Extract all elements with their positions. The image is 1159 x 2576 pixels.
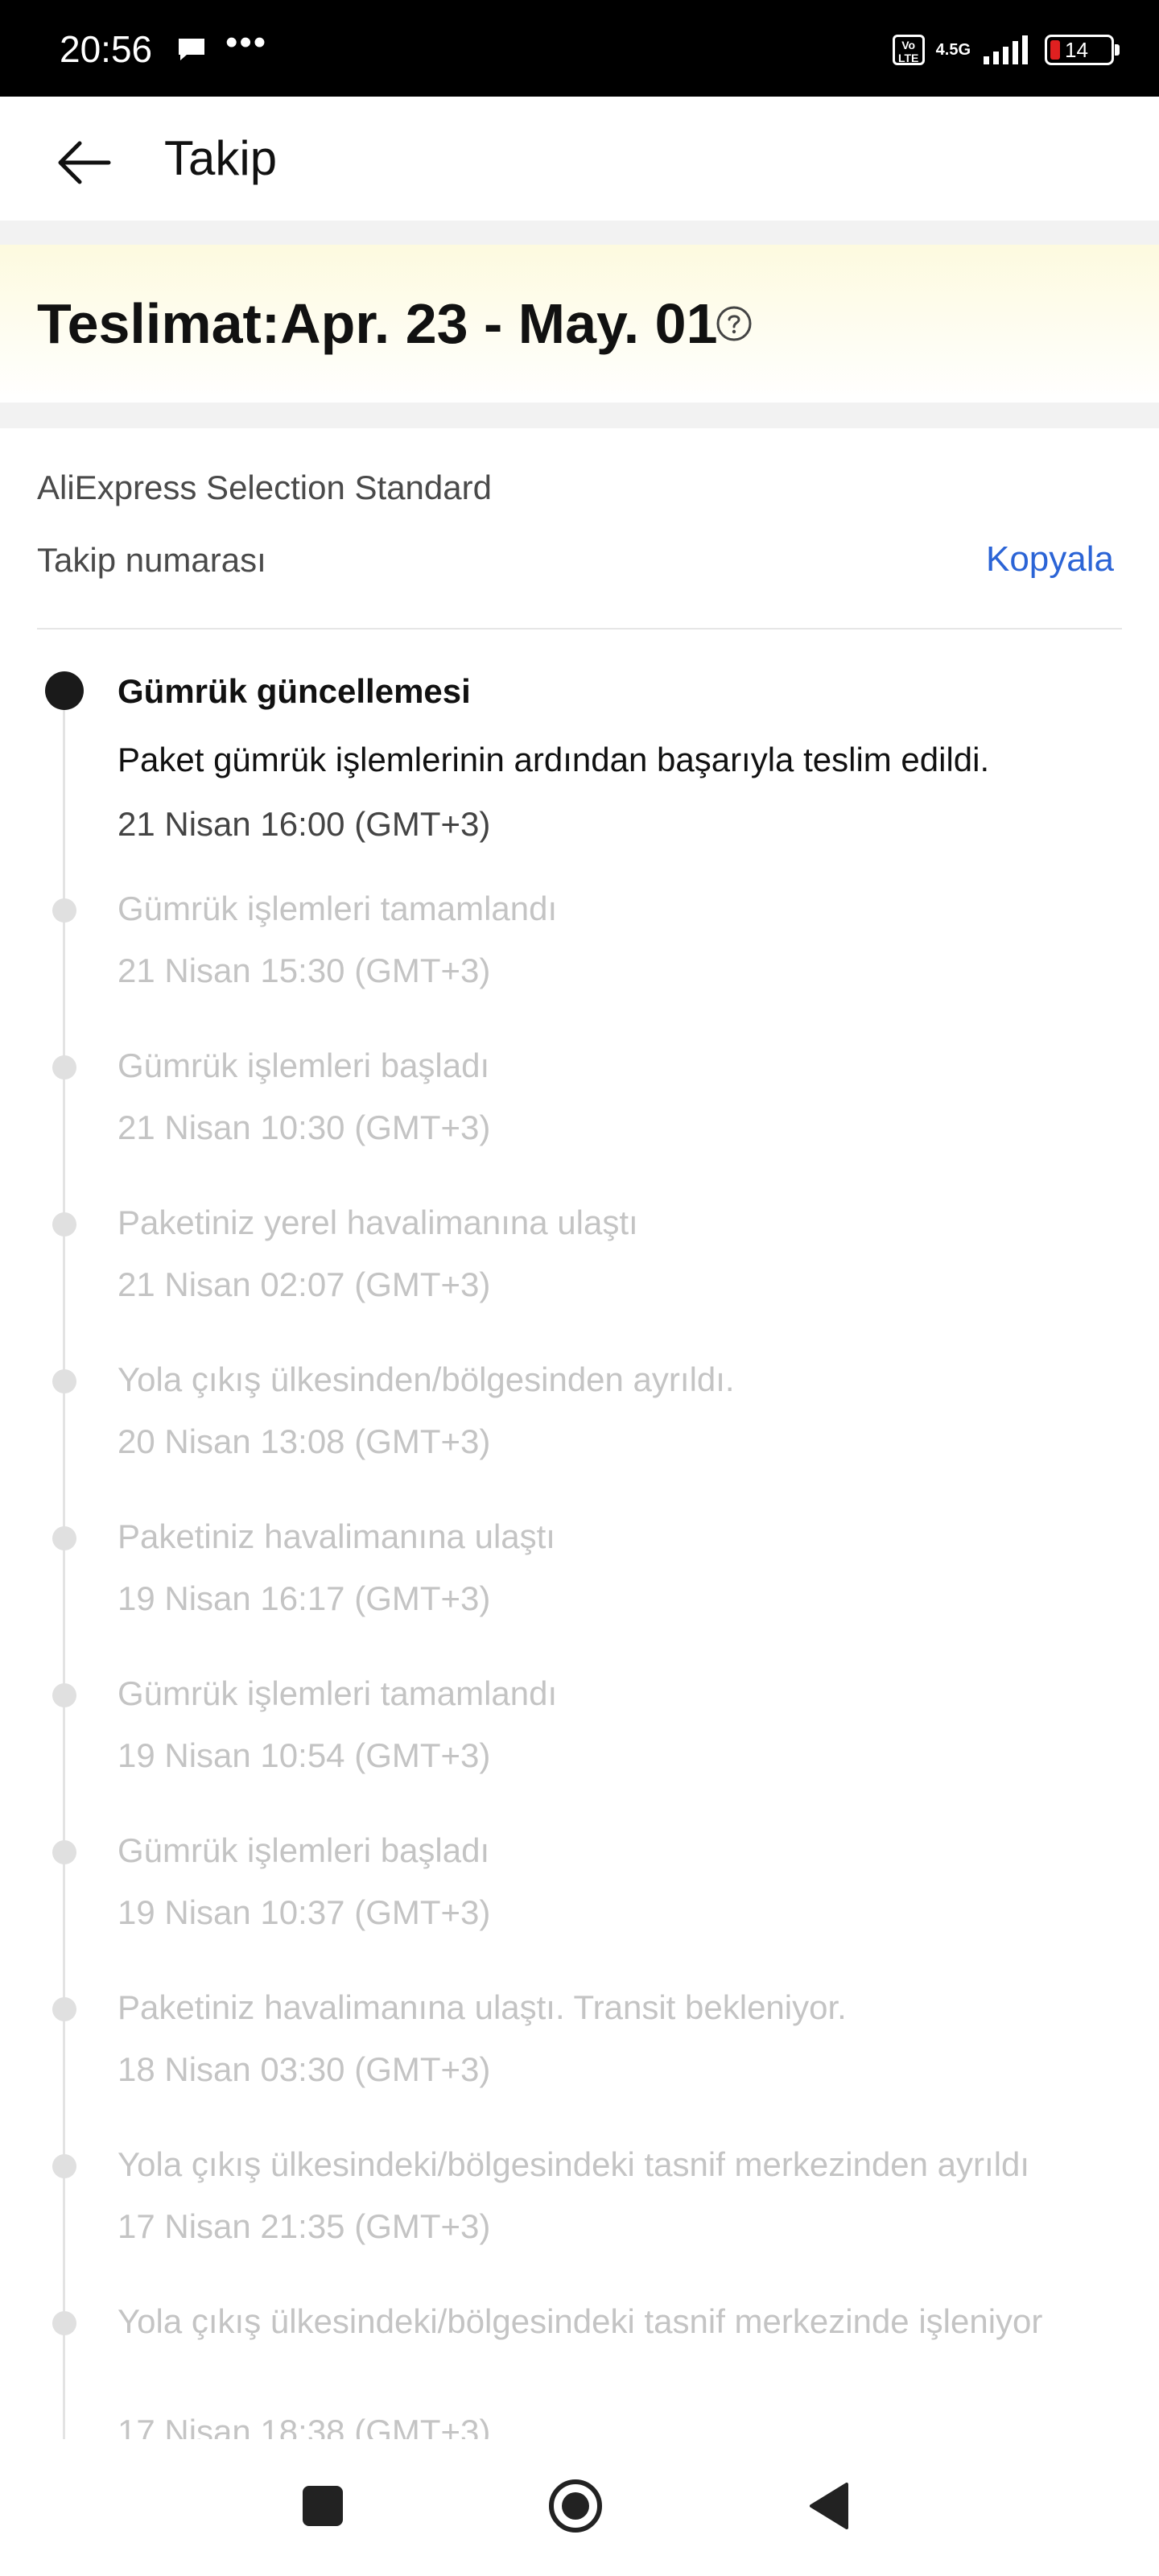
- timeline-dot: [52, 1369, 76, 1393]
- timeline-dot: [52, 1997, 76, 2021]
- app-header: Takip: [0, 97, 1159, 221]
- signal-icon: [984, 35, 1028, 64]
- timeline-event-title: Gümrük güncellemesi: [118, 672, 471, 710]
- status-bar: 20:56 ••• Vo LTE 4.5G 14: [0, 0, 1159, 97]
- timeline-event-time: 19 Nisan 16:17 (GMT+3): [118, 1579, 491, 1617]
- timeline-dot-current: [45, 671, 84, 710]
- status-time: 20:56: [60, 28, 153, 70]
- timeline-dot: [52, 2311, 76, 2335]
- more-notifications-icon: •••: [225, 23, 268, 62]
- question-circle-icon[interactable]: [715, 304, 753, 343]
- delivery-estimate-title: Teslimat:Apr. 23 - May. 01: [37, 292, 718, 355]
- timeline-dot: [52, 1212, 76, 1236]
- chat-bubble-icon: [179, 39, 204, 60]
- timeline-event-title: Gümrük işlemleri başladı: [118, 1831, 490, 1869]
- timeline-event-time: 21 Nisan 15:30 (GMT+3): [118, 952, 491, 989]
- back-button[interactable]: [50, 129, 118, 196]
- timeline-dot: [52, 898, 76, 923]
- section-divider: [0, 402, 1159, 428]
- timeline-event-title: Yola çıkış ülkesindeki/bölgesindeki tasn…: [118, 2145, 1030, 2183]
- back-arrow-icon: [58, 141, 111, 184]
- battery-icon: 14: [1045, 35, 1120, 65]
- timeline-event-title: Gümrük işlemleri başladı: [118, 1046, 490, 1084]
- battery-level: 14: [1065, 38, 1088, 62]
- timeline-event-time: 19 Nisan 10:54 (GMT+3): [118, 1736, 491, 1774]
- timeline-event-description: Paket gümrük işlemlerinin ardından başar…: [118, 741, 990, 778]
- timeline-event-title: Gümrük işlemleri tamamlandı: [118, 1674, 558, 1712]
- timeline-event-time: 21 Nisan 02:07 (GMT+3): [118, 1265, 491, 1303]
- timeline-event-title: Paketiniz havalimanına ulaştı. Transit b…: [118, 1988, 847, 2026]
- tracking-number-label: Takip numarası: [37, 541, 266, 579]
- timeline-event-time: 21 Nisan 16:00 (GMT+3): [118, 805, 491, 843]
- section-divider: [0, 221, 1159, 245]
- carrier-name: AliExpress Selection Standard: [37, 469, 492, 506]
- timeline-dot: [52, 1840, 76, 1864]
- timeline-event-title: Yola çıkış ülkesinden/bölgesinden ayrıld…: [118, 1360, 735, 1398]
- timeline-event-title: Yola çıkış ülkesindeki/bölgesindeki tasn…: [118, 2302, 1043, 2340]
- timeline-event-time: 19 Nisan 10:37 (GMT+3): [118, 1893, 491, 1931]
- timeline-dot: [52, 1526, 76, 1550]
- timeline-dot: [52, 2154, 76, 2178]
- triangle-back-icon[interactable]: [808, 2481, 850, 2531]
- timeline-event-time: 20 Nisan 13:08 (GMT+3): [118, 1422, 491, 1460]
- timeline-event-title: Paketiniz havalimanına ulaştı: [118, 1517, 555, 1555]
- timeline-event-time: 17 Nisan 21:35 (GMT+3): [118, 2207, 491, 2245]
- circle-home-icon[interactable]: [547, 2478, 604, 2534]
- square-recents-icon[interactable]: [303, 2486, 343, 2526]
- timeline-event-title: Gümrük işlemleri tamamlandı: [118, 890, 558, 927]
- status-indicators: Vo LTE 4.5G 14: [892, 31, 1120, 69]
- copy-tracking-button[interactable]: Kopyala: [986, 539, 1114, 580]
- tracking-timeline: Gümrük güncellemesi Paket gümrük işlemler…: [0, 644, 1159, 2439]
- volte-icon: Vo LTE: [892, 35, 925, 65]
- timeline-event-time: 18 Nisan 03:30 (GMT+3): [118, 2050, 491, 2088]
- system-nav-bar: [0, 2439, 1159, 2576]
- page-title: Takip: [164, 131, 278, 185]
- network-type: 4.5G: [935, 41, 971, 59]
- timeline-event-time: 17 Nisan 18:38 (GMT+3): [118, 2413, 491, 2439]
- timeline-dot: [52, 1683, 76, 1707]
- timeline-dot: [52, 1055, 76, 1080]
- delivery-estimate-banner: Teslimat:Apr. 23 - May. 01: [0, 245, 1159, 402]
- divider: [37, 628, 1122, 630]
- timeline-event-time: 21 Nisan 10:30 (GMT+3): [118, 1108, 491, 1146]
- timeline-event-title: Paketiniz yerel havalimanına ulaştı: [118, 1203, 638, 1241]
